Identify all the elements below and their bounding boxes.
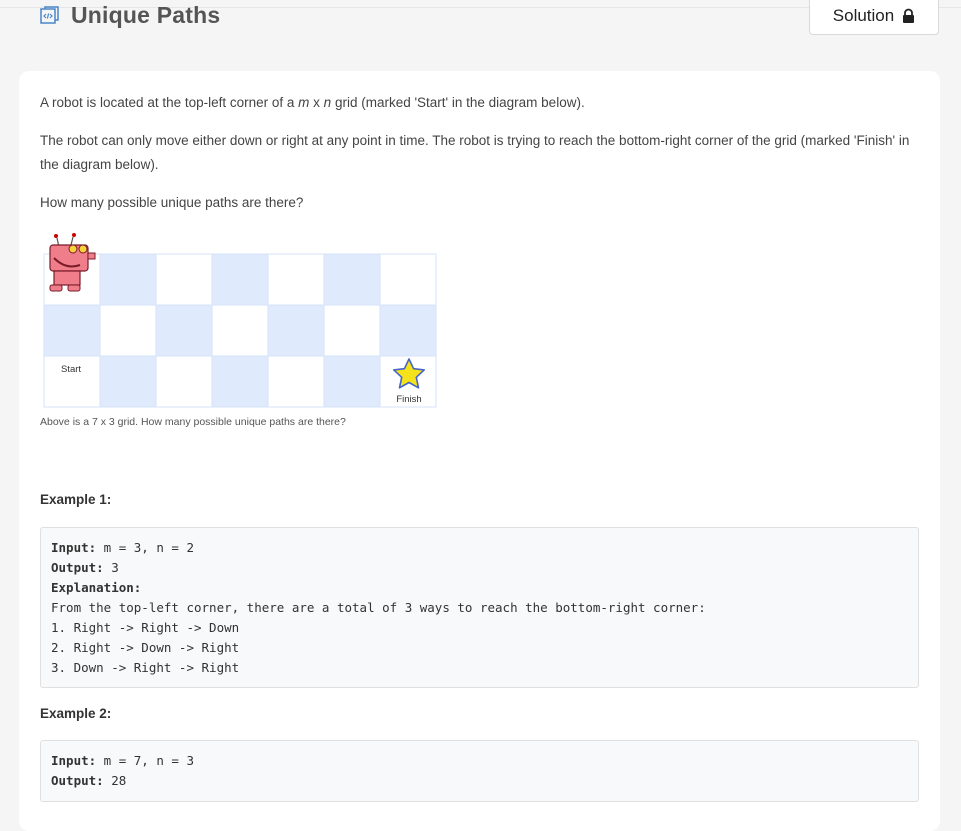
- grid-cell: [211, 253, 269, 306]
- example-2-label: Example 2:: [40, 706, 112, 721]
- grid-start-label: Start: [61, 364, 81, 375]
- example-1-block: Input: m = 3, n = 2 Output: 3 Explanatio…: [40, 527, 919, 688]
- grid-cell: [211, 304, 269, 357]
- grid-cell: [323, 304, 381, 357]
- grid-cell: [99, 304, 157, 357]
- grid-cells: [43, 253, 437, 408]
- example-1-input: Input: m = 3, n = 2: [51, 540, 194, 555]
- solution-button[interactable]: Solution: [809, 0, 939, 35]
- grid-finish-label: Finish: [396, 394, 421, 405]
- lock-icon: [903, 8, 915, 23]
- grid-cell: [267, 355, 325, 408]
- grid-cell: [379, 253, 437, 306]
- example-1-line: 1. Right -> Right -> Down: [51, 620, 240, 635]
- description-paragraph-3: How many possible unique paths are there…: [40, 195, 304, 210]
- grid-caption: Above is a 7 x 3 grid. How many possible…: [40, 416, 346, 428]
- grid-cell: [155, 253, 213, 306]
- grid-cell: [211, 355, 269, 408]
- example-1-output: Output: 3: [51, 560, 119, 575]
- problem-header: Unique Paths: [40, 2, 220, 29]
- example-2-block: Input: m = 7, n = 3 Output: 28: [40, 740, 919, 802]
- grid-cell: [43, 304, 101, 357]
- example-1-label: Example 1:: [40, 492, 112, 507]
- code-icon: [40, 6, 59, 24]
- grid-cell: [267, 304, 325, 357]
- grid-cell: [155, 355, 213, 408]
- grid-cell: [267, 253, 325, 306]
- grid-cell: [323, 253, 381, 306]
- grid-diagram: Start Finish: [40, 225, 440, 415]
- grid-cell: [155, 304, 213, 357]
- grid-cell: [379, 304, 437, 357]
- example-2-input: Input: m = 7, n = 3: [51, 753, 194, 768]
- description-paragraph-1: A robot is located at the top-left corne…: [40, 95, 585, 110]
- grid-cell: [323, 355, 381, 408]
- grid-cell: [99, 355, 157, 408]
- example-1-line: From the top-left corner, there are a to…: [51, 600, 706, 615]
- example-1-explanation-label: Explanation:: [51, 580, 142, 595]
- grid-cell: [99, 253, 157, 306]
- example-1-line: 3. Down -> Right -> Right: [51, 660, 240, 675]
- problem-card: A robot is located at the top-left corne…: [19, 71, 940, 831]
- example-2-output: Output: 28: [51, 773, 127, 788]
- description-paragraph-2: The robot can only move either down or r…: [40, 133, 910, 172]
- page-title: Unique Paths: [71, 2, 221, 28]
- example-1-line: 2. Right -> Down -> Right: [51, 640, 240, 655]
- solution-label: Solution: [832, 5, 895, 25]
